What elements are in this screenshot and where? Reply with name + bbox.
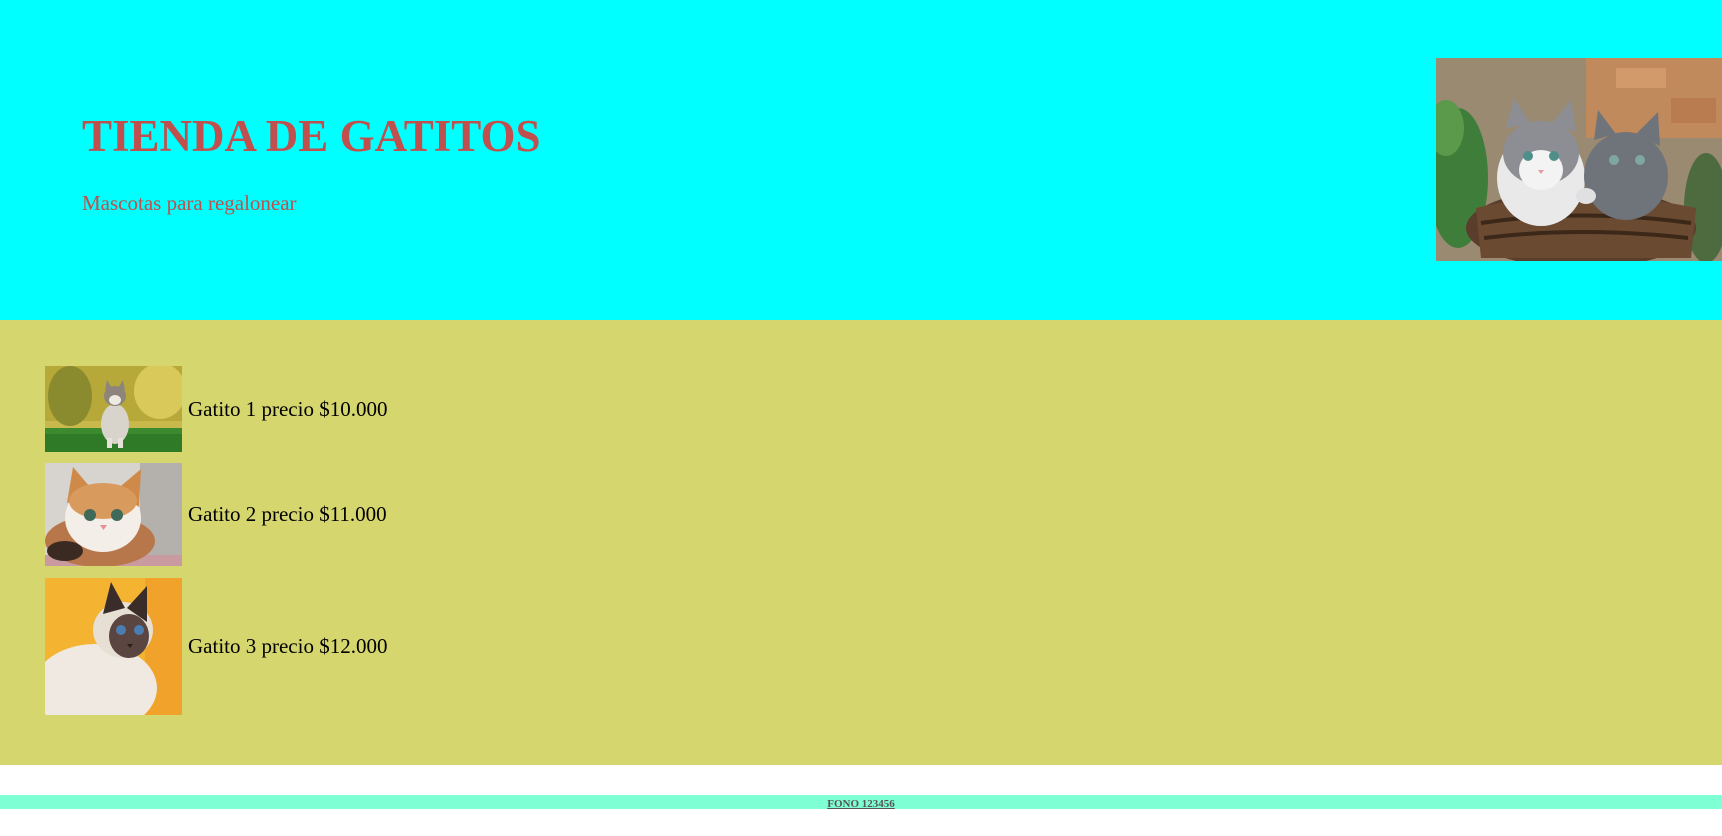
product-list: Gatito 1 precio $10.000 Gatito 2 precio … <box>0 320 1722 765</box>
header: TIENDA DE GATITOS Mascotas para regalone… <box>0 0 1722 320</box>
list-item: Gatito 1 precio $10.000 <box>45 366 387 452</box>
footer: FONO 123456 <box>0 795 1722 810</box>
product-1-label: Gatito 1 precio $10.000 <box>188 396 388 421</box>
page-subtitle: Mascotas para regalonear <box>82 191 297 215</box>
list-item: Gatito 2 precio $11.000 <box>45 463 387 566</box>
product-2-photo <box>45 463 182 566</box>
product-3-photo <box>45 578 182 715</box>
hero-kittens-photo <box>1436 58 1722 261</box>
phone-link[interactable]: FONO 123456 <box>827 798 895 810</box>
product-2-label: Gatito 2 precio $11.000 <box>188 502 387 526</box>
list-item: Gatito 3 precio $12.000 <box>45 578 387 715</box>
product-1-photo <box>45 366 182 452</box>
page-title: TIENDA DE GATITOS <box>82 111 541 161</box>
product-3-label: Gatito 3 precio $12.000 <box>188 634 388 658</box>
